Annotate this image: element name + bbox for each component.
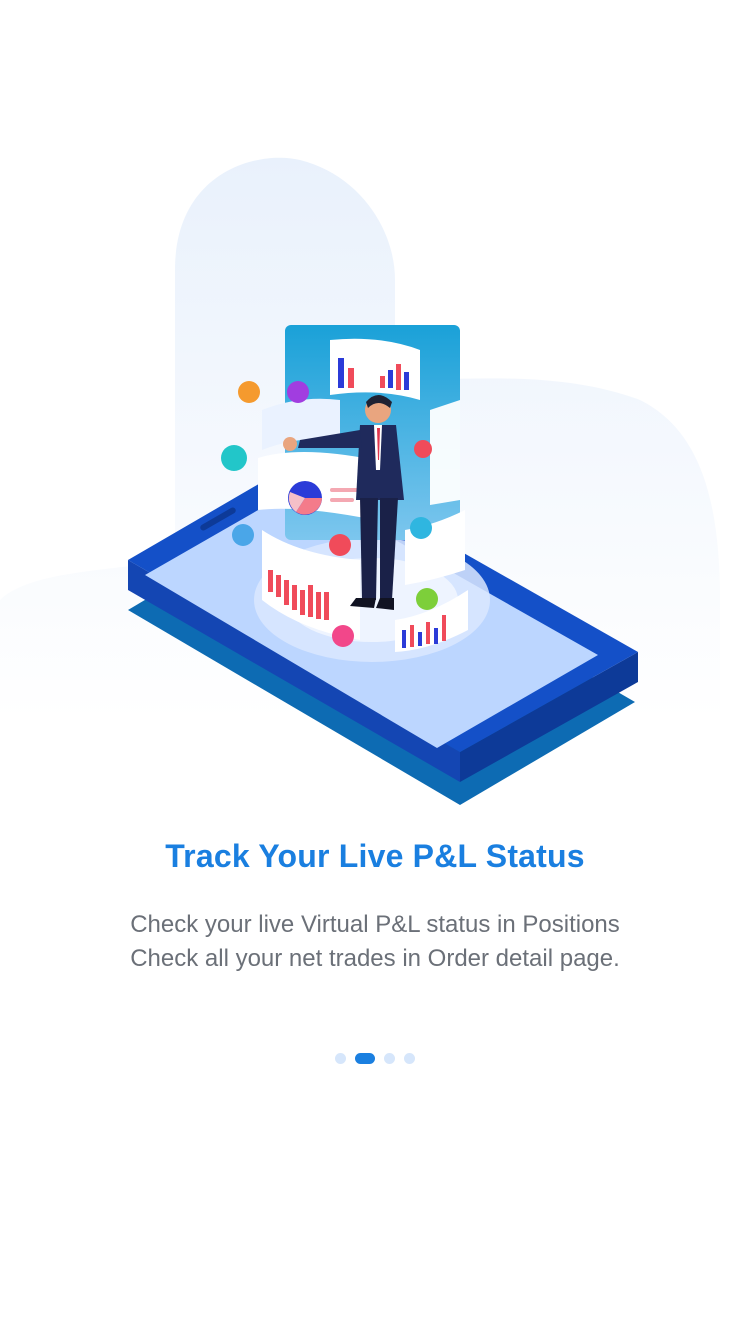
page-dot-2[interactable] xyxy=(355,1052,375,1064)
page-indicator xyxy=(0,1052,750,1064)
page-dot-3[interactable] xyxy=(384,1052,395,1064)
description-line: Check all your net trades in Order detai… xyxy=(130,945,620,972)
page-dot-4[interactable] xyxy=(404,1052,415,1064)
home-icon xyxy=(287,381,309,403)
onboarding-description: Check your live Virtual P&L status in Po… xyxy=(60,908,690,976)
onboarding-illustration xyxy=(0,157,720,805)
wifi-icon xyxy=(329,534,351,556)
description-line: Check your live Virtual P&L status in Po… xyxy=(130,911,620,938)
trend-icon xyxy=(238,381,260,403)
hashtag-icon xyxy=(416,588,438,610)
chart-icon xyxy=(410,517,432,539)
eye-icon xyxy=(232,524,254,546)
onboarding-screen: Track Your Live P&L Status Check your li… xyxy=(0,0,750,1334)
cloud-icon xyxy=(414,440,432,458)
page-dot-1[interactable] xyxy=(335,1052,346,1064)
idea-icon xyxy=(221,445,247,471)
check-icon xyxy=(332,625,354,647)
onboarding-title: Track Your Live P&L Status xyxy=(165,838,585,874)
